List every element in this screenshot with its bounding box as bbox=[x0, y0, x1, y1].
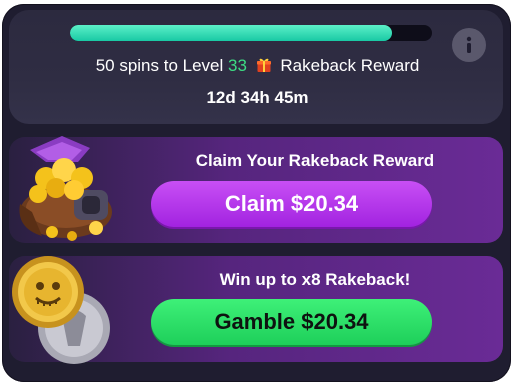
claim-card-title: Claim Your Rakeback Reward bbox=[195, 151, 435, 170]
gamble-card-title: Win up to x8 Rakeback! bbox=[219, 270, 411, 289]
level-number: 33 bbox=[228, 56, 247, 75]
gift-icon bbox=[256, 58, 271, 72]
info-icon bbox=[466, 36, 472, 53]
level-status-line: 50 spins to Level 33 Rakeback Reward bbox=[0, 56, 515, 76]
treasure-bag-icon bbox=[19, 136, 112, 241]
coin-flip-icon bbox=[12, 256, 110, 364]
rakeback-reward-text: Rakeback Reward bbox=[280, 56, 420, 75]
gamble-button[interactable]: Gamble $20.34 bbox=[151, 299, 432, 345]
countdown-timer: 12d 34h 45m bbox=[206, 88, 309, 107]
level-progress-bar bbox=[70, 25, 432, 41]
claim-button[interactable]: Claim $20.34 bbox=[151, 181, 432, 227]
spins-to-level-text: 50 spins to Level bbox=[95, 56, 224, 75]
level-progress-fill bbox=[70, 25, 393, 41]
